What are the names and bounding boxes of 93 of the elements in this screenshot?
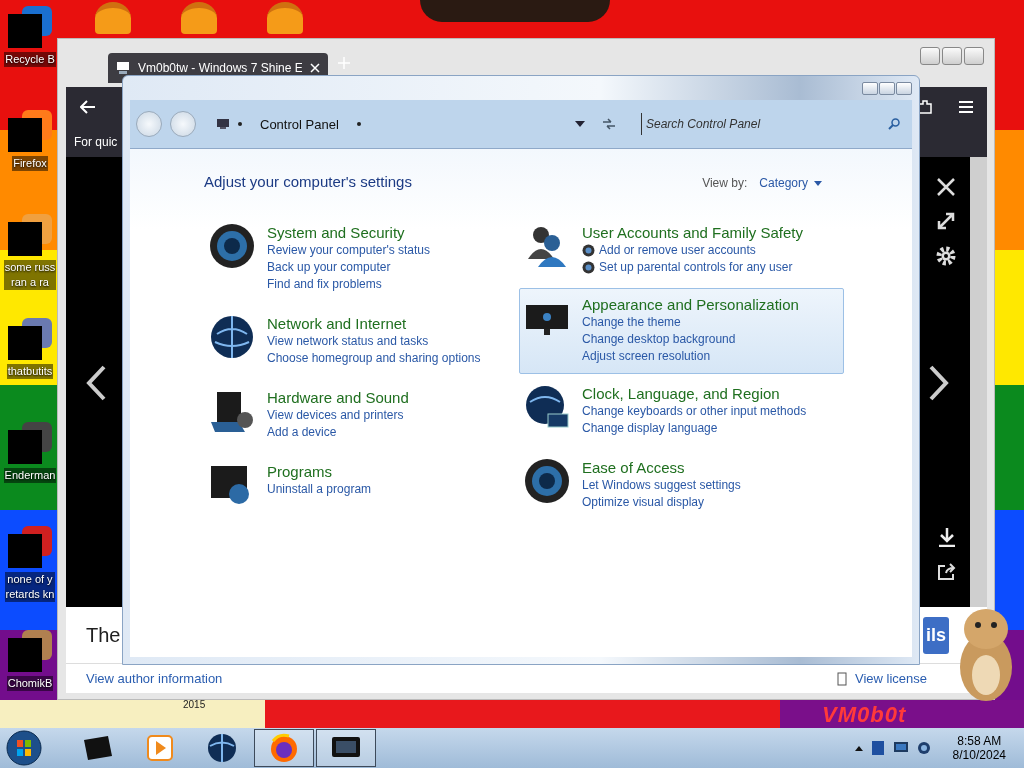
media-player-icon bbox=[147, 735, 173, 761]
license-link[interactable]: View license bbox=[854, 671, 927, 686]
globe-icon bbox=[209, 314, 255, 360]
puzzle-icon[interactable] bbox=[917, 99, 933, 115]
desktop-icon-label[interactable]: ChomikB bbox=[6, 676, 54, 691]
censored-icon[interactable] bbox=[8, 214, 52, 256]
back-arrow-icon[interactable] bbox=[80, 100, 96, 114]
highlight-panel[interactable]: Appearance and Personalization Change the theme Change desktop background Adjust screen resolution bbox=[519, 288, 844, 374]
up-arrow-icon[interactable] bbox=[854, 745, 863, 751]
globe-clock-icon bbox=[524, 384, 570, 430]
task-link[interactable]: Change keyboards or other input methods bbox=[582, 403, 807, 420]
desktop-icon-label[interactable]: Recycle B bbox=[4, 52, 56, 67]
task-link[interactable]: Add a device bbox=[267, 424, 337, 441]
separator-icon[interactable] bbox=[238, 122, 242, 126]
censored-icon[interactable] bbox=[8, 318, 52, 360]
close-icon[interactable] bbox=[936, 177, 956, 197]
wallpaper-logo: VM0b0t bbox=[822, 702, 907, 728]
expand-icon[interactable] bbox=[936, 211, 956, 231]
taskbar-button[interactable] bbox=[316, 729, 376, 767]
search-icon[interactable] bbox=[888, 118, 900, 130]
task-link[interactable]: Change the theme bbox=[582, 314, 681, 331]
menu-icon[interactable] bbox=[959, 101, 973, 113]
start-button[interactable] bbox=[6, 730, 42, 766]
task-link[interactable]: Choose homegroup and sharing options bbox=[267, 350, 481, 367]
category-link[interactable]: System and Security bbox=[267, 223, 431, 242]
task-link[interactable]: Back up your computer bbox=[267, 259, 391, 276]
minimize-button[interactable] bbox=[920, 47, 940, 65]
desktop-icon-label[interactable]: Enderman bbox=[3, 468, 57, 483]
task-link[interactable]: Find and fix problems bbox=[267, 276, 382, 293]
category-link[interactable]: Programs bbox=[267, 462, 372, 481]
view-by-dropdown[interactable]: Category bbox=[759, 176, 822, 190]
details-button[interactable]: ils bbox=[923, 616, 949, 654]
maximize-button[interactable] bbox=[879, 81, 895, 95]
wallpaper-text: 2015 bbox=[183, 699, 206, 710]
task-link[interactable]: Add or remove user accounts bbox=[599, 242, 756, 259]
category-link[interactable]: Appearance and Personalization bbox=[582, 295, 799, 314]
task-link[interactable]: Change desktop background bbox=[582, 331, 736, 348]
globe-icon bbox=[207, 733, 237, 763]
tray-app-icon[interactable] bbox=[870, 740, 885, 756]
caption-text: The bbox=[86, 623, 121, 647]
scrollbar[interactable] bbox=[970, 157, 987, 607]
clock[interactable]: 8:58 AM 8/10/2024 bbox=[952, 734, 1006, 762]
notification-text: For quic bbox=[74, 135, 118, 149]
search-field[interactable]: Search Control Panel bbox=[641, 113, 880, 135]
box-icon bbox=[82, 734, 114, 762]
shield-orb-icon bbox=[582, 244, 595, 257]
orb-icon bbox=[524, 458, 570, 504]
caret-icon bbox=[814, 180, 822, 186]
desktop-icon-label[interactable]: Firefox bbox=[12, 156, 48, 171]
page-heading: Adjust your computer's settings bbox=[204, 173, 412, 190]
computer-icon bbox=[216, 118, 230, 130]
share-icon[interactable] bbox=[937, 563, 957, 581]
desktop-icon-label[interactable]: none of y retards kn bbox=[4, 572, 56, 602]
task-link[interactable]: Set up parental controls for any user bbox=[599, 259, 793, 276]
task-link[interactable]: Review your computer's status bbox=[267, 242, 431, 259]
chevron-right-icon[interactable] bbox=[929, 365, 949, 401]
task-link[interactable]: Uninstall a program bbox=[267, 481, 372, 498]
task-link[interactable]: Adjust screen resolution bbox=[582, 348, 711, 365]
network-icon[interactable] bbox=[892, 741, 909, 755]
task-link[interactable]: Change display language bbox=[582, 420, 718, 437]
task-link[interactable]: Optimize visual display bbox=[582, 494, 705, 511]
category-link[interactable]: Clock, Language, and Region bbox=[582, 384, 807, 403]
chevron-left-icon[interactable] bbox=[86, 365, 106, 401]
task-link[interactable]: View network status and tasks bbox=[267, 333, 429, 350]
maximize-button[interactable] bbox=[942, 47, 962, 65]
settings-icon[interactable] bbox=[935, 245, 957, 267]
desktop-icon-label[interactable]: some russ ran a ra bbox=[3, 260, 57, 290]
breadcrumb[interactable]: Control Panel bbox=[260, 116, 339, 132]
document-icon bbox=[836, 671, 847, 686]
close-button[interactable] bbox=[964, 47, 984, 65]
refresh-icon[interactable] bbox=[601, 118, 617, 130]
view-by-label: View by: bbox=[702, 176, 748, 190]
category-link[interactable]: Network and Internet bbox=[267, 314, 481, 333]
category-link[interactable]: Hardware and Sound bbox=[267, 388, 409, 407]
category-link[interactable]: User Accounts and Family Safety bbox=[582, 223, 803, 242]
category-link[interactable]: Ease of Access bbox=[582, 458, 741, 477]
author-link[interactable]: View author information bbox=[86, 671, 223, 686]
censored-icon[interactable] bbox=[8, 110, 52, 152]
task-link[interactable]: View devices and printers bbox=[267, 407, 404, 424]
desktop-icon-label[interactable]: thatbutits bbox=[6, 364, 54, 379]
censored-icon[interactable] bbox=[8, 630, 52, 672]
minimize-button[interactable] bbox=[862, 81, 878, 95]
firefox-icon bbox=[269, 733, 299, 763]
download-icon[interactable] bbox=[938, 527, 956, 547]
dropdown-arrow-icon[interactable] bbox=[575, 121, 585, 127]
task-link[interactable]: Let Windows suggest settings bbox=[582, 477, 741, 494]
close-button[interactable] bbox=[896, 81, 912, 95]
separator-icon[interactable] bbox=[356, 122, 361, 126]
taskbar-button[interactable] bbox=[254, 729, 314, 767]
speaker-icon[interactable] bbox=[916, 740, 931, 756]
orb-icon bbox=[209, 223, 255, 269]
shield-orb-icon bbox=[582, 261, 595, 274]
computer-icon bbox=[116, 61, 130, 75]
